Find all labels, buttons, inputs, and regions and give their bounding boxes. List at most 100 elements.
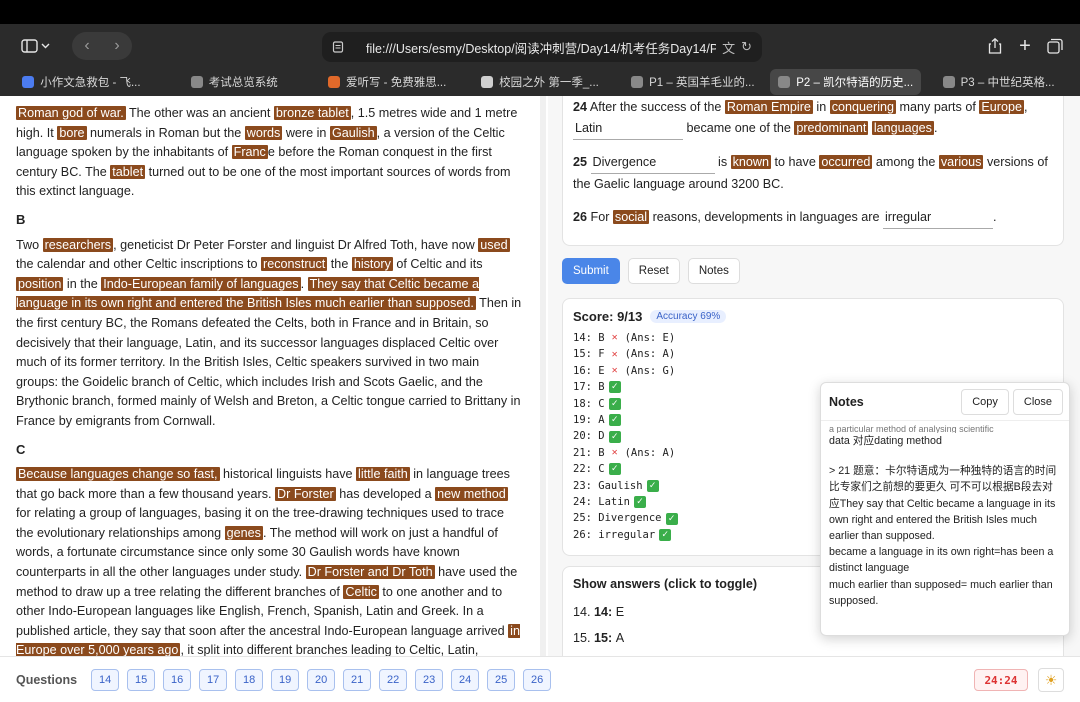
result-text: 19: A <box>573 414 605 427</box>
result-text: 15: F <box>573 348 605 361</box>
result-text: 26: irregular <box>573 528 656 541</box>
highlighted-text: Dr Forster and Dr Toth <box>305 565 435 580</box>
result-row: 14: B ✕ (Ans: E) <box>573 330 1053 346</box>
answer-number: 14. <box>573 605 595 619</box>
text-run: historical linguists have <box>219 467 357 482</box>
address-bar[interactable]: file:///Users/esmy/Desktop/阅读冲刺营/Day14/机… <box>322 32 762 62</box>
new-tab-button[interactable]: + <box>1014 32 1036 60</box>
back-button[interactable]: ‹ <box>72 32 102 60</box>
tab-favicon-icon <box>778 76 791 88</box>
highlighted-text: Roman Empire <box>724 100 813 114</box>
text-run: became one of the <box>683 121 795 135</box>
result-text: 20: D <box>573 430 605 443</box>
question-26-end: . <box>992 210 997 224</box>
browser-tab[interactable]: 小作文急救包 - 飞... <box>6 69 157 95</box>
tab-overview-button[interactable] <box>1044 32 1066 60</box>
translate-icon[interactable]: 文 <box>722 38 735 57</box>
text-run: the calendar and other Celtic inscriptio… <box>16 257 262 272</box>
answer-number: 15. <box>573 631 595 645</box>
tab-label: 校园之外 第一季_... <box>499 77 599 89</box>
paragraph-heading-c: C <box>16 441 26 457</box>
highlighted-text: reconstruct <box>261 257 328 272</box>
question-26: 26 For social reasons, developments in l… <box>573 207 1053 229</box>
share-button[interactable] <box>984 32 1006 60</box>
question-number-button[interactable]: 21 <box>343 668 372 691</box>
question-number-button[interactable]: 22 <box>379 668 408 691</box>
check-icon: ✓ <box>608 463 621 476</box>
check-icon: ✓ <box>608 381 621 394</box>
question-number-button[interactable]: 26 <box>523 668 552 691</box>
question-26-number: 26 <box>573 210 588 224</box>
check-icon: ✓ <box>608 414 621 427</box>
copy-button[interactable]: Copy <box>961 388 1009 415</box>
question-25-number: 25 <box>573 155 588 169</box>
question-number-list: 14 15 16 17 18 19 20 21 22 23 24 25 26 <box>91 668 559 691</box>
result-text: 18: C <box>573 397 605 410</box>
highlighted-text: position <box>16 276 64 291</box>
browser-tab[interactable]: 校园之外 第一季_... <box>465 69 616 95</box>
check-icon: ✓ <box>608 430 621 443</box>
reset-button[interactable]: Reset <box>627 258 680 284</box>
theme-toggle-button[interactable]: ☀ <box>1038 668 1064 692</box>
correct-answer: (Ans: A) <box>624 348 676 361</box>
notes-line: data 对应dating method <box>829 435 942 447</box>
notes-line: much earlier than supposed= much earlier… <box>829 578 1053 607</box>
text-run: in <box>812 100 830 114</box>
text-run: is <box>714 155 731 169</box>
browser-tab[interactable]: P2 – 凯尔特语的历史... <box>770 69 922 95</box>
notes-button[interactable]: Notes <box>687 258 740 284</box>
question-24: 24 After the success of the Roman Empire… <box>573 97 1053 140</box>
text-run: many parts of <box>896 100 980 114</box>
text-run: among the <box>872 155 939 169</box>
browser-tab[interactable]: P1 – 英国羊毛业的... <box>617 69 768 95</box>
notes-header: Notes Copy Close <box>821 383 1069 421</box>
highlighted-text: Europe <box>979 100 1024 114</box>
highlighted-text: new method <box>435 486 508 501</box>
sidebar-toggle-button[interactable] <box>14 32 58 60</box>
question-number-button[interactable]: 18 <box>235 668 264 691</box>
answer-input-25[interactable]: Divergence <box>590 152 715 174</box>
question-number-button[interactable]: 23 <box>415 668 444 691</box>
highlighted-text: researchers <box>42 237 114 252</box>
reload-icon[interactable]: ↻ <box>741 39 752 55</box>
notes-text[interactable]: a particular method of analysing scienti… <box>821 421 1069 613</box>
tab-favicon-icon <box>22 76 35 88</box>
question-24-text: 24 After the success of the Roman Empire… <box>573 100 1027 114</box>
paragraph-heading-b: B <box>16 211 26 227</box>
correct-answer: (Ans: A) <box>624 446 676 459</box>
question-26-text: For social reasons, developments in lang… <box>587 210 883 224</box>
question-number-button[interactable]: 17 <box>199 668 228 691</box>
notes-lines: data 对应dating method > 21 题意：卡尔特语成为一种独特的语… <box>829 433 1061 609</box>
close-button[interactable]: Close <box>1012 388 1063 415</box>
text-run: . <box>933 121 938 135</box>
question-number-button[interactable]: 25 <box>487 668 516 691</box>
pane-divider[interactable] <box>540 96 546 656</box>
question-number-button[interactable]: 14 <box>91 668 120 691</box>
browser-toolbar: ‹ › file:///Users/esmy/Desktop/阅读冲刺营/Day… <box>0 24 1080 68</box>
highlighted-text: Because languages change so fast, <box>16 467 220 482</box>
browser-tab[interactable]: 考试总览系统 <box>159 69 310 95</box>
answer-input-24[interactable]: Latin <box>573 118 683 140</box>
highlighted-text: used <box>478 237 510 252</box>
answer-input-26[interactable]: irregular <box>882 207 993 229</box>
highlighted-text: Celtic <box>343 584 379 599</box>
question-number-button[interactable]: 24 <box>451 668 480 691</box>
result-text: 23: Gaulish <box>573 479 643 492</box>
highlighted-text: genes <box>224 525 263 540</box>
notes-line: became a language in its own right=has b… <box>829 546 1054 575</box>
plus-icon: + <box>1019 34 1031 57</box>
highlighted-text: occurred <box>819 155 873 169</box>
question-number-button[interactable]: 16 <box>163 668 192 691</box>
submit-button[interactable]: Submit <box>562 258 620 284</box>
forward-button[interactable]: › <box>102 32 132 60</box>
text-run: the <box>327 257 352 272</box>
browser-tab[interactable]: 爱听写 - 免费雅思... <box>312 69 463 95</box>
check-icon: ✓ <box>646 479 659 492</box>
question-number-button[interactable]: 19 <box>271 668 300 691</box>
result-text: 22: C <box>573 463 605 476</box>
text-run: in the <box>63 276 102 291</box>
question-number-button[interactable]: 20 <box>307 668 336 691</box>
browser-tab[interactable]: P3 – 中世纪英格... <box>923 69 1074 95</box>
question-number-button[interactable]: 15 <box>127 668 156 691</box>
highlighted-text: Franc <box>231 145 268 160</box>
